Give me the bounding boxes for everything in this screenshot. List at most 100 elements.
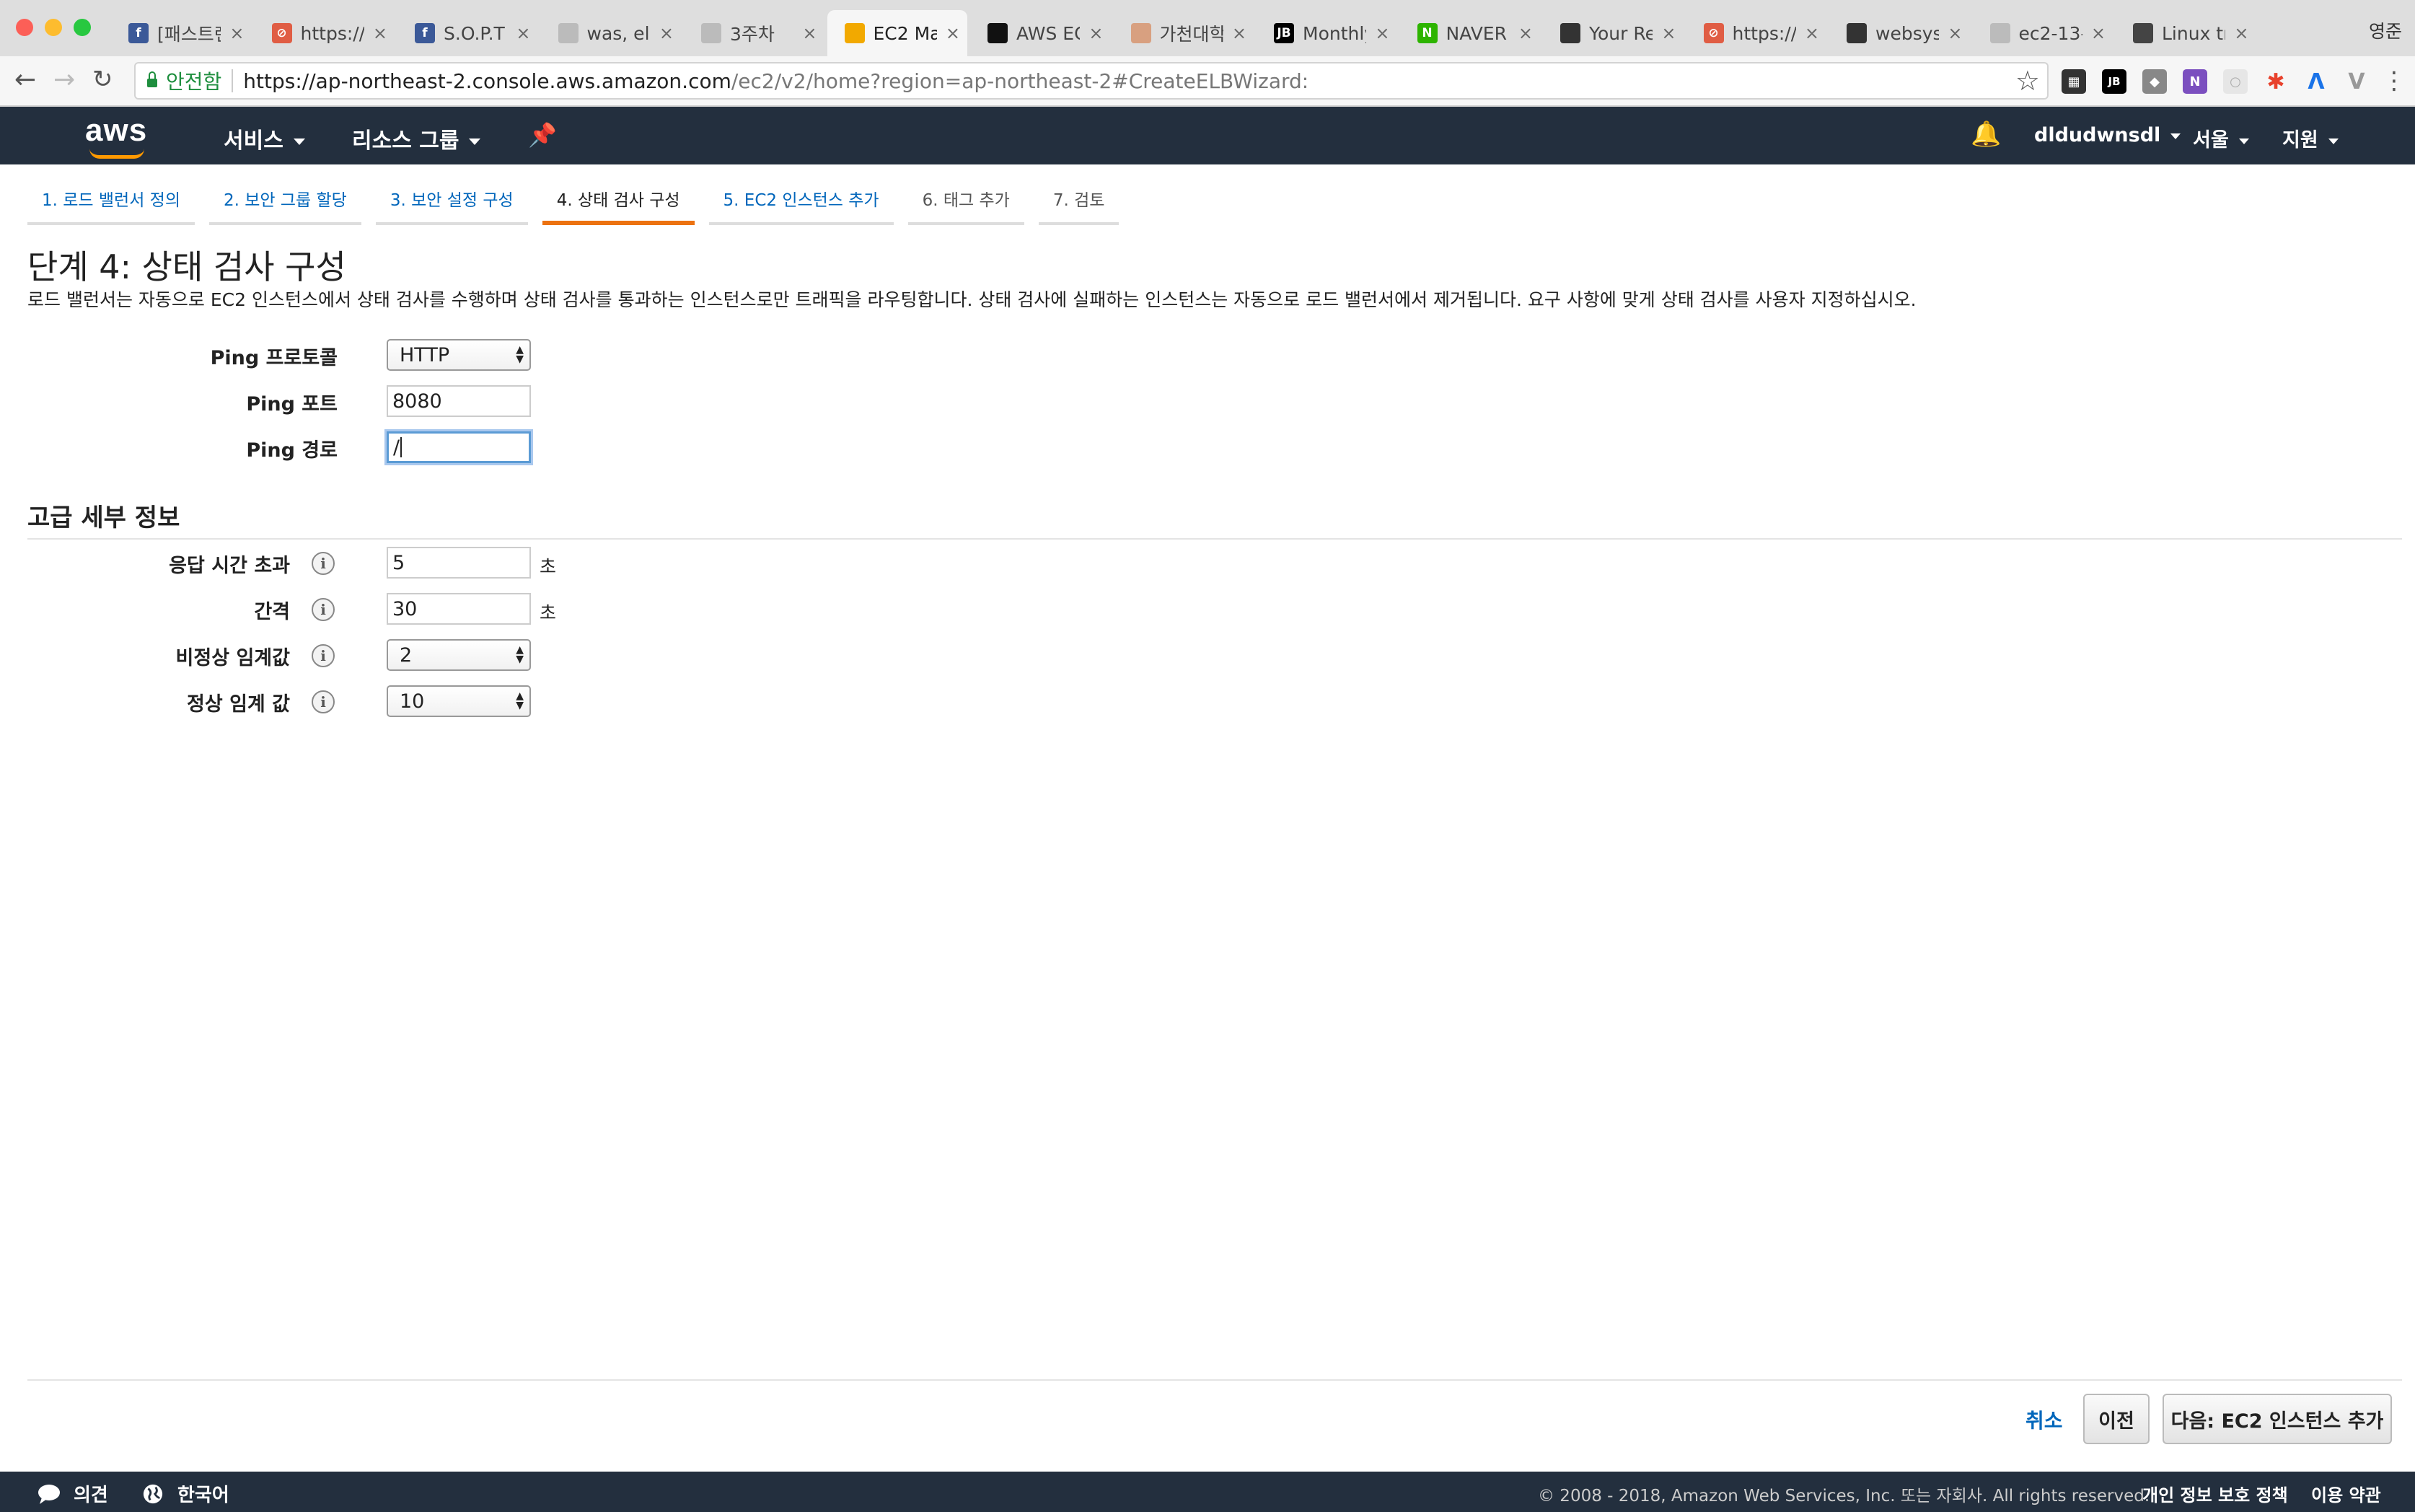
response-timeout-input[interactable]: 5	[387, 547, 531, 579]
close-window-button[interactable]	[16, 19, 33, 36]
account-name: dldudwnsdl	[2034, 124, 2161, 146]
close-tab-icon[interactable]: ×	[659, 23, 674, 43]
extension-lambda-icon[interactable]: Λ	[2304, 69, 2328, 94]
maximize-window-button[interactable]	[74, 19, 91, 36]
browser-tab[interactable]: 가천대학: ×	[1114, 10, 1254, 56]
browser-tab[interactable]: websyso ×	[1829, 10, 1970, 56]
browser-tab-title: Your Rep	[1589, 22, 1653, 44]
extension-onenote-icon[interactable]: N	[2183, 69, 2207, 94]
cancel-button[interactable]: 취소	[2025, 1405, 2063, 1434]
pin-icon[interactable]: 📌	[528, 121, 557, 149]
browser-tab[interactable]: Your Rep ×	[1543, 10, 1684, 56]
unhealthy-threshold-select[interactable]: 2 ▲ ▼	[387, 639, 531, 671]
feedback-link[interactable]: 의견	[38, 1480, 108, 1507]
close-tab-icon[interactable]: ×	[1661, 23, 1676, 43]
ping-port-input[interactable]: 8080	[387, 385, 531, 417]
bookmark-star-icon[interactable]: ☆	[2015, 65, 2040, 97]
services-menu[interactable]: 서비스	[224, 123, 305, 154]
aws-logo[interactable]: aws	[85, 113, 147, 149]
browser-tab[interactable]: ⊘ https://v ×	[1686, 10, 1827, 56]
language-selector[interactable]: 한국어	[141, 1480, 229, 1507]
step-configure-security-settings[interactable]: 3. 보안 설정 구성	[375, 186, 528, 225]
browser-tab[interactable]: N NAVER ×	[1400, 10, 1541, 56]
region-menu[interactable]: 서울	[2193, 124, 2249, 152]
browser-tab[interactable]: JB Monthly ×	[1257, 10, 1397, 56]
info-icon[interactable]: i	[312, 644, 335, 667]
info-icon[interactable]: i	[312, 690, 335, 713]
ping-path-input[interactable]: /	[387, 431, 531, 463]
profile-name[interactable]: 영준	[2369, 17, 2402, 43]
page-icon-red: ⊘	[1703, 23, 1724, 43]
browser-tab[interactable]: Linux tre ×	[2116, 10, 2256, 56]
browser-tab[interactable]: EC2 Mar ×	[827, 10, 967, 56]
close-tab-icon[interactable]: ×	[1088, 23, 1103, 43]
response-timeout-label: 응답 시간 초과	[169, 555, 290, 577]
close-tab-icon[interactable]: ×	[2091, 23, 2106, 43]
terms-link[interactable]: 이용 약관	[2311, 1481, 2381, 1506]
info-icon[interactable]: i	[312, 552, 335, 575]
browser-menu-icon[interactable]: ⋮	[2382, 66, 2406, 95]
close-tab-icon[interactable]: ×	[1948, 23, 1962, 43]
browser-tab[interactable]: was, elb ×	[541, 10, 682, 56]
extension-qr-icon[interactable]: ▦	[2062, 69, 2086, 94]
close-tab-icon[interactable]: ×	[1232, 23, 1246, 43]
info-icon[interactable]: i	[312, 598, 335, 621]
close-tab-icon[interactable]: ×	[1518, 23, 1533, 43]
browser-tab-title: AWS EC	[1016, 22, 1081, 44]
address-bar[interactable]: 안전함 https://ap-northeast-2.console.aws.a…	[134, 62, 2049, 100]
previous-button[interactable]: 이전	[2083, 1394, 2150, 1444]
close-tab-icon[interactable]: ×	[373, 23, 387, 43]
interval-value: 30	[392, 597, 418, 620]
tree-icon	[2133, 23, 2153, 43]
browser-tab-title: Linux tre	[2162, 22, 2225, 44]
back-icon[interactable]: ←	[14, 65, 36, 94]
close-tab-icon[interactable]: ×	[516, 23, 530, 43]
browser-tab-title: https://v	[300, 22, 364, 44]
extension-asterisk-icon[interactable]: ✱	[2264, 69, 2288, 94]
step-configure-health-check[interactable]: 4. 상태 검사 구성	[542, 186, 695, 225]
browser-tab[interactable]: ec2-13- ×	[1973, 10, 2113, 56]
ping-protocol-select[interactable]: HTTP ▲ ▼	[387, 339, 531, 371]
step-define-load-balancer[interactable]: 1. 로드 밸런서 정의	[27, 186, 195, 225]
resource-groups-menu[interactable]: 리소스 그룹	[352, 123, 481, 154]
close-tab-icon[interactable]: ×	[1375, 23, 1389, 43]
browser-tab[interactable]: AWS EC ×	[970, 10, 1111, 56]
ping-path-label: Ping 경로	[246, 439, 338, 462]
step-add-ec2-instances[interactable]: 5. EC2 인스턴스 추가	[708, 186, 894, 225]
forward-icon[interactable]: →	[53, 65, 75, 94]
browser-tab-title: EC2 Mar	[873, 22, 937, 44]
step-assign-security-groups[interactable]: 2. 보안 그룹 할당	[209, 186, 361, 225]
extension-jetbrains-icon[interactable]: JB	[2102, 69, 2126, 94]
medium-icon	[987, 23, 1008, 43]
minimize-window-button[interactable]	[45, 19, 62, 36]
omnibox-divider	[232, 69, 234, 92]
close-tab-icon[interactable]: ×	[1805, 23, 1819, 43]
close-tab-icon[interactable]: ×	[2234, 23, 2248, 43]
advanced-details-title: 고급 세부 정보	[27, 504, 180, 532]
extension-v-icon[interactable]: V	[2344, 69, 2369, 94]
close-tab-icon[interactable]: ×	[802, 23, 817, 43]
browser-tab[interactable]: 3주차 ×	[684, 10, 824, 56]
support-menu[interactable]: 지원	[2282, 124, 2339, 152]
healthy-threshold-select[interactable]: 10 ▲ ▼	[387, 685, 531, 717]
step-add-tags[interactable]: 6. 태그 추가	[907, 186, 1024, 225]
account-menu[interactable]: dldudwnsdl	[2034, 124, 2181, 146]
github-icon	[1847, 23, 1867, 43]
chevron-down-icon	[2170, 133, 2181, 139]
unhealthy-threshold-value: 2	[400, 643, 413, 667]
extension-box-icon[interactable]: ◆	[2142, 69, 2167, 94]
step-review[interactable]: 7. 검토	[1038, 186, 1119, 225]
chevron-down-icon	[2328, 138, 2339, 144]
extension-circle-icon[interactable]: ○	[2223, 69, 2248, 94]
browser-tab[interactable]: f S.O.P.T N ×	[397, 10, 538, 56]
bell-icon[interactable]: 🔔	[1971, 120, 2001, 149]
select-arrows-icon: ▲ ▼	[516, 690, 524, 711]
close-tab-icon[interactable]: ×	[946, 23, 960, 43]
browser-tab[interactable]: f [패스트렌 ×	[111, 10, 252, 56]
reload-icon[interactable]: ↻	[92, 65, 113, 94]
privacy-policy-link[interactable]: 개인 정보 보호 정책	[2142, 1481, 2288, 1506]
browser-tab[interactable]: ⊘ https://v ×	[255, 10, 395, 56]
close-tab-icon[interactable]: ×	[229, 23, 244, 43]
next-add-ec2-instances-button[interactable]: 다음: EC2 인스턴스 추가	[2163, 1394, 2392, 1444]
interval-input[interactable]: 30	[387, 593, 531, 625]
